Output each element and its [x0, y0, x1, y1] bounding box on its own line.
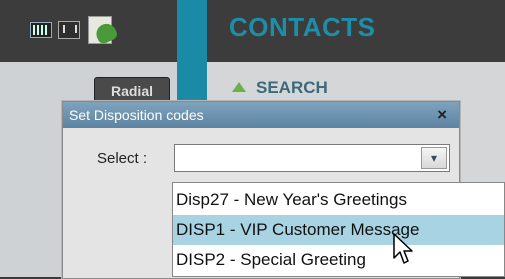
- dropdown-option[interactable]: Disp27 - New Year's Greetings: [173, 185, 504, 215]
- keyboard-icon[interactable]: [30, 22, 52, 38]
- search-section-label[interactable]: SEARCH: [256, 78, 328, 98]
- dialog-titlebar[interactable]: Set Disposition codes ×: [63, 102, 459, 128]
- mouse-pointer-icon: [393, 233, 413, 264]
- chevron-down-icon[interactable]: ▾: [421, 147, 447, 169]
- dialog-title: Set Disposition codes: [69, 107, 204, 123]
- top-toolbar: CONTACTS: [0, 0, 505, 62]
- disposition-select[interactable]: ▾: [174, 144, 450, 172]
- close-icon[interactable]: ×: [437, 105, 447, 125]
- phone-list-icon[interactable]: [86, 14, 119, 46]
- search-expand-icon[interactable]: [232, 82, 246, 92]
- dropdown-option-selected[interactable]: DISP1 - VIP Customer Message: [173, 215, 504, 245]
- disposition-dropdown-list: Disp27 - New Year's Greetings DISP1 - VI…: [172, 182, 505, 277]
- toolbar-icons: [30, 14, 119, 46]
- phone-book-icon[interactable]: [58, 21, 80, 39]
- select-label: Select :: [97, 150, 148, 167]
- dropdown-option[interactable]: DISP2 - Special Greeting: [173, 245, 504, 275]
- page-title: CONTACTS: [229, 12, 376, 42]
